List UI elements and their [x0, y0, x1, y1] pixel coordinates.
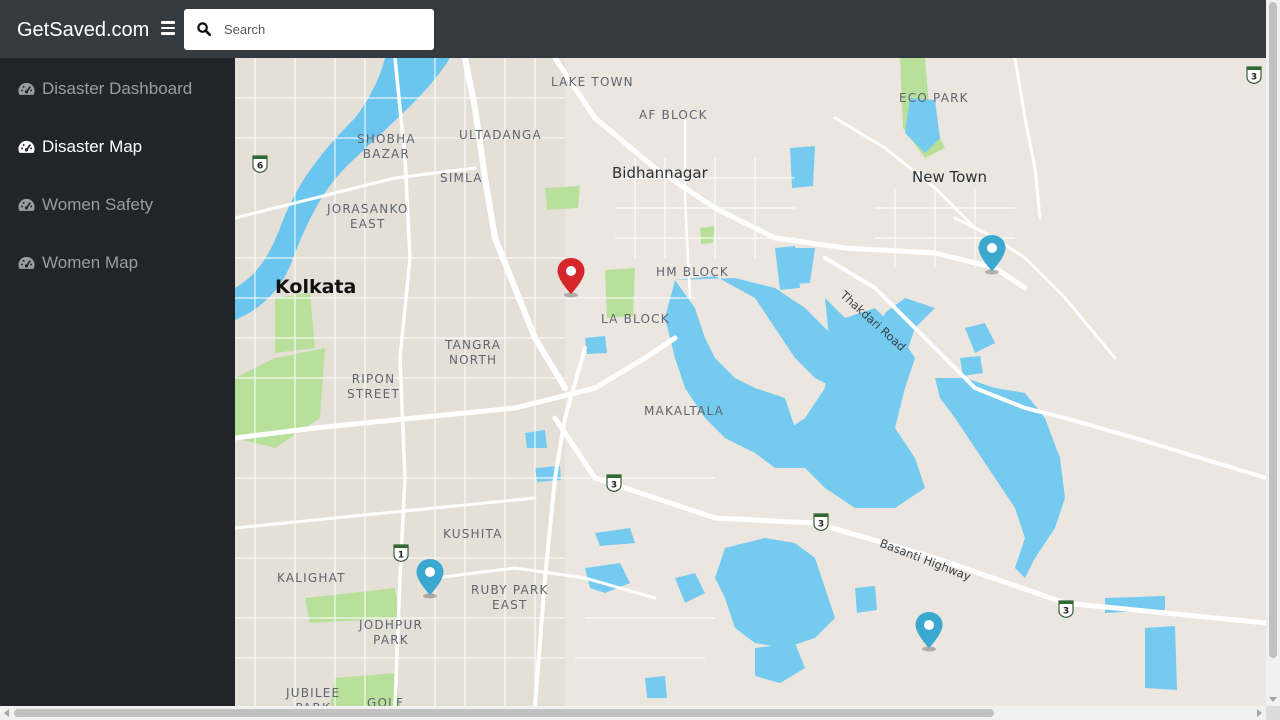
- highway-shield-icon: 3: [606, 472, 622, 493]
- map-label-jodhpur-park: JODHPUR PARK: [359, 618, 424, 647]
- sidebar-item-women-safety[interactable]: Women Safety: [17, 193, 153, 217]
- map-label-hm-block: HM BLOCK: [656, 265, 729, 279]
- map-label-new-town: New Town: [912, 168, 988, 186]
- map-label-jubilee-park: JUBILEE PARK: [286, 686, 341, 706]
- highway-shield-icon: 3: [1058, 598, 1074, 619]
- map-label-af-block: AF BLOCK: [639, 108, 708, 122]
- map-label-golf: GOLF: [367, 696, 405, 706]
- highway-shield-number: 3: [1251, 73, 1257, 83]
- blue-location-marker[interactable]: [914, 610, 944, 657]
- blue-location-marker[interactable]: [415, 557, 445, 604]
- dashboard-icon: [18, 198, 35, 211]
- map-label-eco-park: ECO PARK: [899, 91, 969, 105]
- horizontal-scrollbar[interactable]: [0, 706, 1266, 720]
- brand-logo-text[interactable]: GetSaved.com: [17, 18, 149, 42]
- map-label-shobha-bazar: SHOBHA BAZAR: [357, 132, 416, 161]
- sidebar-item-label: Women Safety: [42, 195, 154, 214]
- sidebar-item-disaster-map[interactable]: Disaster Map: [17, 135, 142, 159]
- search-input[interactable]: [224, 9, 424, 50]
- map-label-tangra-north: TANGRA NORTH: [445, 338, 502, 367]
- hamburger-icon[interactable]: [161, 20, 175, 36]
- map-label-kushita: KUSHITA: [443, 527, 503, 541]
- red-location-marker[interactable]: [556, 256, 586, 303]
- highway-shield-icon: 6: [252, 153, 268, 174]
- scroll-right-arrow-icon[interactable]: [1257, 709, 1262, 717]
- highway-shield-number: 3: [1063, 607, 1069, 617]
- scroll-down-arrow-icon[interactable]: [1269, 697, 1277, 702]
- top-navbar: GetSaved.com: [0, 0, 1266, 58]
- map-label-la-block: LA BLOCK: [601, 312, 670, 326]
- map-label-ruby-park-east: RUBY PARK EAST: [471, 583, 549, 612]
- blue-location-marker[interactable]: [977, 233, 1007, 280]
- map-label-ultadanga: ULTADANGA: [459, 128, 542, 142]
- highway-shield-icon: 3: [1246, 64, 1262, 85]
- sidebar-item-label: Disaster Dashboard: [42, 79, 193, 98]
- vertical-scrollbar-thumb[interactable]: [1269, 2, 1277, 658]
- dashboard-icon: [18, 256, 35, 269]
- map-label-bidhannagar: Bidhannagar: [612, 164, 708, 182]
- map-label-jorasanko-east: JORASANKO EAST: [327, 202, 409, 231]
- search-box: [184, 9, 434, 50]
- map-label-lake-town: LAKE TOWN: [551, 75, 634, 89]
- sidebar-item-disaster-dashboard[interactable]: Disaster Dashboard: [17, 77, 192, 101]
- map-label-simla: SIMLA: [440, 171, 483, 185]
- search-icon: [197, 22, 211, 36]
- highway-shield-number: 6: [257, 162, 263, 172]
- sidebar-item-label: Women Map: [42, 253, 139, 272]
- map-label-makaltala: MAKALTALA: [644, 404, 725, 418]
- sidebar: Disaster Dashboard Disaster Map Women Sa…: [0, 58, 235, 706]
- scrollbar-corner: [1266, 706, 1280, 720]
- map-label-kalighat: KALIGHAT: [277, 571, 346, 585]
- scroll-left-arrow-icon[interactable]: [4, 709, 9, 717]
- map-label-kolkata: Kolkata: [275, 276, 357, 298]
- highway-shield-number: 3: [611, 481, 617, 491]
- highway-shield-icon: 1: [393, 542, 409, 563]
- vertical-scrollbar[interactable]: [1266, 0, 1280, 706]
- horizontal-scrollbar-thumb[interactable]: [14, 709, 994, 717]
- map-label-ripon-street: RIPON STREET: [347, 372, 400, 401]
- sidebar-item-women-map[interactable]: Women Map: [17, 251, 138, 275]
- sidebar-item-label: Disaster Map: [42, 137, 143, 156]
- highway-shield-number: 3: [818, 520, 824, 530]
- highway-shield-number: 1: [398, 551, 404, 561]
- highway-shield-icon: 3: [813, 511, 829, 532]
- disaster-map[interactable]: LAKE TOWN AF BLOCK ECO PARK SHOBHA BAZAR…: [235, 58, 1266, 706]
- dashboard-icon: [18, 82, 35, 95]
- dashboard-icon: [18, 140, 35, 153]
